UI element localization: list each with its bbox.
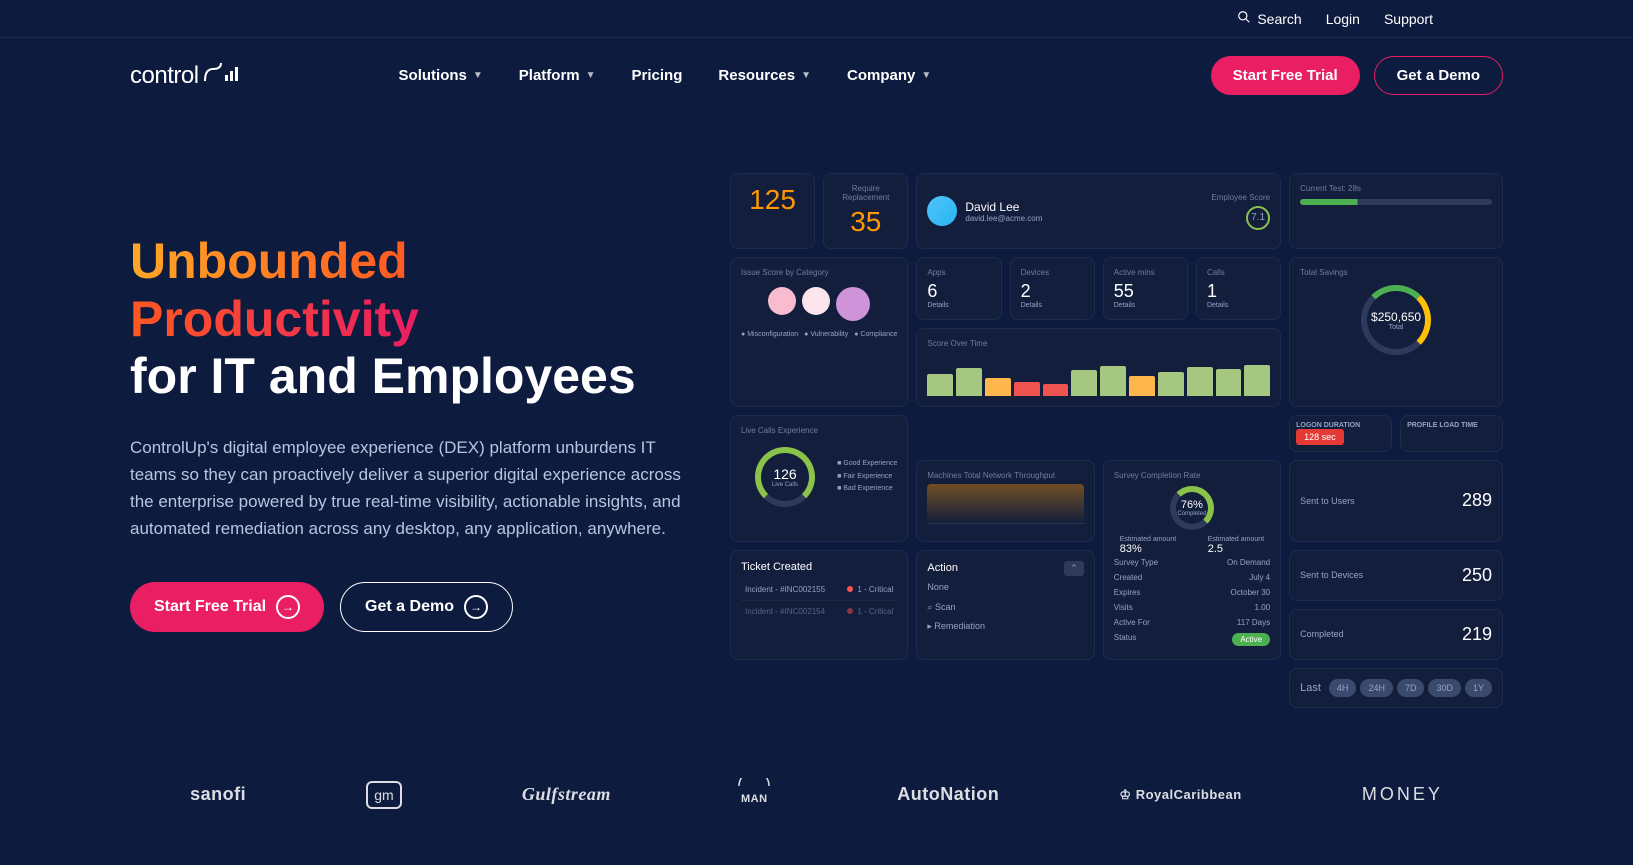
hero-demo-button[interactable]: Get a Demo → <box>340 582 513 632</box>
hero-title: Unbounded Productivity for IT and Employ… <box>130 233 690 406</box>
area-chart <box>927 484 1083 524</box>
stat-125: 125 <box>741 184 804 216</box>
client-logos: sanofi gm Gulfstream MAN AutoNation ♔ Ro… <box>0 748 1633 841</box>
chevron-down-icon: ▼ <box>801 70 811 81</box>
get-demo-button[interactable]: Get a Demo <box>1374 56 1503 95</box>
client-sanofi: sanofi <box>190 784 246 805</box>
nav-solutions[interactable]: Solutions ▼ <box>399 67 483 84</box>
bar-chart <box>927 356 1270 396</box>
hero-description: ControlUp's digital employee experience … <box>130 434 690 543</box>
arrow-right-icon: → <box>276 595 300 619</box>
ticket-row: Incident - #INC002155 1 - Critical <box>741 579 897 601</box>
hero-trial-button[interactable]: Start Free Trial → <box>130 582 324 632</box>
svg-text:MAN: MAN <box>741 793 768 805</box>
action-option[interactable]: ⌕ Scan <box>927 598 1083 617</box>
time-filter-7d[interactable]: 7D <box>1397 679 1425 697</box>
hero-title-gradient: Unbounded Productivity <box>130 233 419 347</box>
stat-35: 35 <box>834 206 897 238</box>
category-circle <box>836 287 870 321</box>
survey-gauge: 76% Completed <box>1170 486 1214 530</box>
client-gm: gm <box>366 781 401 809</box>
user-name: David Lee <box>965 200 1211 214</box>
support-link[interactable]: Support <box>1384 11 1433 27</box>
nav-platform[interactable]: Platform ▼ <box>519 67 596 84</box>
time-filter-30d[interactable]: 30D <box>1428 679 1461 697</box>
score-badge: 7.1 <box>1246 206 1270 230</box>
chevron-down-icon: ▼ <box>921 70 931 81</box>
start-trial-button[interactable]: Start Free Trial <box>1211 56 1360 95</box>
logo[interactable]: control <box>130 61 239 90</box>
play-icon: ▸ <box>927 621 932 631</box>
dashboard-preview: 125 Require Replacement 35 David Lee dav… <box>730 173 1503 708</box>
time-filter-1y[interactable]: 1Y <box>1465 679 1492 697</box>
client-autonation: AutoNation <box>897 784 999 805</box>
nav-resources[interactable]: Resources ▼ <box>718 67 811 84</box>
search-icon: ⌕ <box>927 602 932 612</box>
search-icon <box>1237 10 1251 27</box>
arrow-right-icon: → <box>464 595 488 619</box>
chevron-down-icon: ▼ <box>586 70 596 81</box>
category-circle <box>768 287 796 315</box>
chevron-up-icon[interactable]: ⌃ <box>1064 561 1084 576</box>
ticket-row: Incident - #INC002154 1 - Critical <box>741 601 897 623</box>
logo-icon <box>203 61 239 90</box>
search-label: Search <box>1257 11 1301 27</box>
action-option[interactable]: ▸ Remediation <box>927 617 1083 636</box>
client-gulfstream: Gulfstream <box>522 784 611 805</box>
hero-title-rest: for IT and Employees <box>130 348 636 404</box>
avatar <box>927 196 957 226</box>
nav-company[interactable]: Company ▼ <box>847 67 931 84</box>
category-circle <box>802 287 830 315</box>
chevron-down-icon: ▼ <box>473 70 483 81</box>
calls-gauge: 126 Live Calls <box>755 447 815 507</box>
client-royal: ♔ RoyalCaribbean <box>1119 787 1241 803</box>
nav-pricing[interactable]: Pricing <box>632 67 683 84</box>
client-man: MAN <box>731 778 777 811</box>
search-link[interactable]: Search <box>1237 10 1301 27</box>
action-option[interactable]: None <box>927 576 1083 598</box>
main-nav: control Solutions ▼ Platform ▼ Pricing R… <box>0 38 1633 113</box>
time-filter-24h[interactable]: 24H <box>1360 679 1393 697</box>
time-filter-4h[interactable]: 4H <box>1329 679 1357 697</box>
savings-gauge: $250,650 Total <box>1361 285 1431 355</box>
logo-text: control <box>130 62 199 90</box>
login-link[interactable]: Login <box>1326 11 1360 27</box>
client-money: MONEY <box>1362 784 1443 805</box>
